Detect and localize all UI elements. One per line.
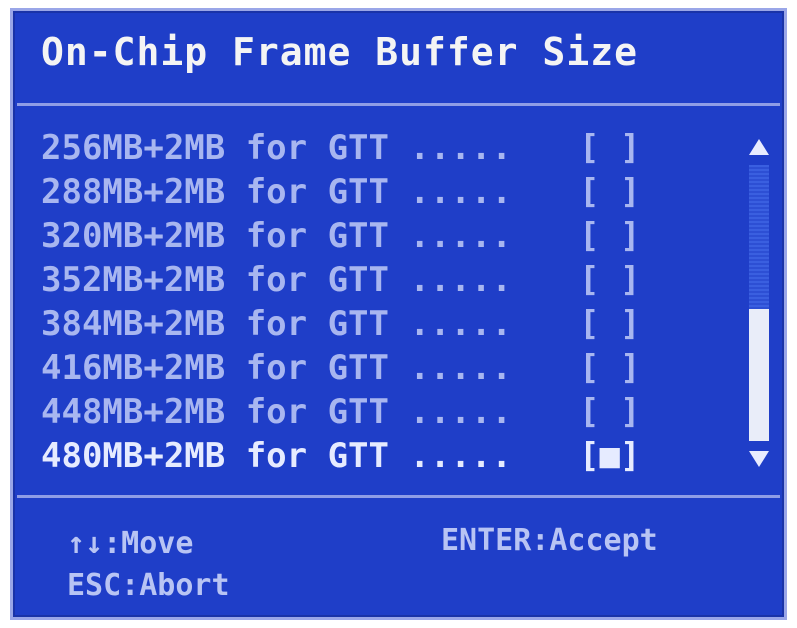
option-label: 480MB+2MB for GTT ..... (41, 436, 512, 476)
option-label: 352MB+2MB for GTT ..... (41, 260, 512, 300)
hint-abort: ESC:Abort (67, 568, 230, 603)
scrollbar[interactable] (747, 139, 771, 467)
option-checkbox[interactable]: [ ] (579, 126, 640, 170)
hint-move: ↑↓:Move (67, 526, 194, 561)
option-label: 416MB+2MB for GTT ..... (41, 348, 512, 388)
option-item[interactable]: 256MB+2MB for GTT ..... [ ] (41, 126, 661, 170)
option-checkbox-selected[interactable]: [■] (579, 434, 640, 478)
option-checkbox[interactable]: [ ] (579, 390, 640, 434)
scroll-track[interactable] (749, 165, 769, 441)
option-checkbox[interactable]: [ ] (579, 346, 640, 390)
title-divider (17, 103, 780, 106)
hint-accept: ENTER:Accept (441, 523, 658, 558)
option-item[interactable]: 352MB+2MB for GTT ..... [ ] (41, 258, 661, 302)
bios-dialog: On-Chip Frame Buffer Size 256MB+2MB for … (10, 8, 787, 620)
option-item[interactable]: 480MB+2MB for GTT ..... [■] (41, 434, 661, 478)
option-checkbox[interactable]: [ ] (579, 170, 640, 214)
option-item[interactable]: 448MB+2MB for GTT ..... [ ] (41, 390, 661, 434)
option-item[interactable]: 288MB+2MB for GTT ..... [ ] (41, 170, 661, 214)
option-checkbox[interactable]: [ ] (579, 302, 640, 346)
arrow-down-icon[interactable] (749, 451, 769, 467)
option-label: 448MB+2MB for GTT ..... (41, 392, 512, 432)
option-label: 288MB+2MB for GTT ..... (41, 172, 512, 212)
scroll-thumb[interactable] (749, 308, 769, 441)
dialog-title: On-Chip Frame Buffer Size (41, 30, 638, 74)
option-item[interactable]: 384MB+2MB for GTT ..... [ ] (41, 302, 661, 346)
option-label: 320MB+2MB for GTT ..... (41, 216, 512, 256)
option-item[interactable]: 416MB+2MB for GTT ..... [ ] (41, 346, 661, 390)
option-checkbox[interactable]: [ ] (579, 258, 640, 302)
footer-divider (17, 495, 780, 498)
option-label: 384MB+2MB for GTT ..... (41, 304, 512, 344)
option-checkbox[interactable]: [ ] (579, 214, 640, 258)
arrow-up-icon[interactable] (749, 139, 769, 155)
option-item[interactable]: 320MB+2MB for GTT ..... [ ] (41, 214, 661, 258)
option-label: 256MB+2MB for GTT ..... (41, 128, 512, 168)
key-hints: ↑↓:Move ENTER:Accept ESC:Abort (13, 511, 784, 611)
option-list: 256MB+2MB for GTT .....[ ] 288MB+2MB for … (41, 126, 661, 478)
